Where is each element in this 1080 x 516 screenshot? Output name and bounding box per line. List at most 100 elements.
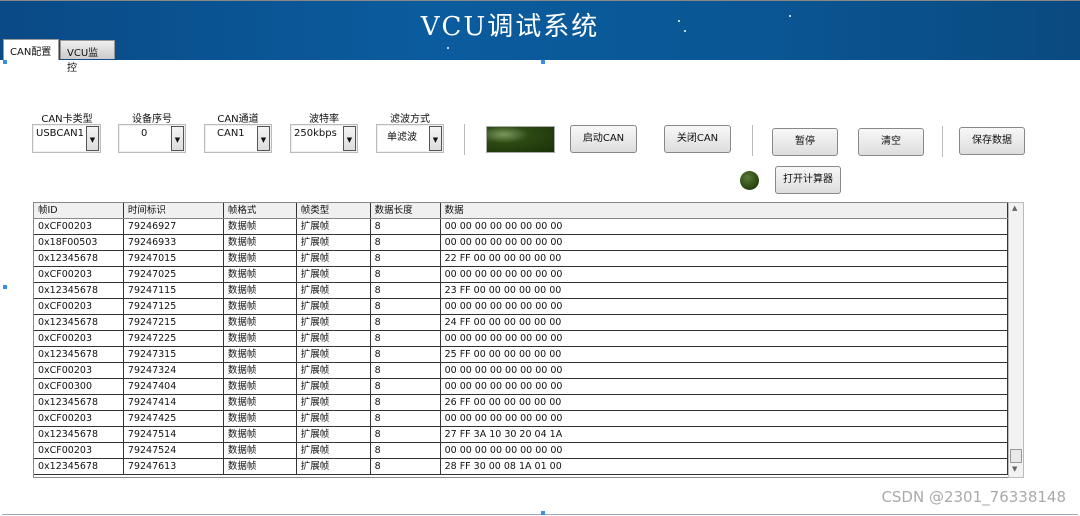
scroll-up-icon[interactable]: ▲ (1012, 204, 1017, 212)
table-row[interactable]: 0x12345678 79247215 数据帧 扩展帧 8 24 FF 00 00 00 … (34, 315, 1008, 331)
table-row[interactable]: 0xCF00203 79247225 数据帧 扩展帧 8 00 00 00 00 00 0… (34, 331, 1008, 347)
table-cell: 79247414 (124, 395, 224, 410)
table-row[interactable]: 0x12345678 79247414 数据帧 扩展帧 8 26 FF 00 00 00 … (34, 395, 1008, 411)
table-cell: 8 (371, 331, 441, 346)
table-cell: 26 FF 00 00 00 00 00 00 (441, 395, 1008, 410)
table-row[interactable]: 0xCF00203 79247125 数据帧 扩展帧 8 00 00 00 00 00 0… (34, 299, 1008, 315)
tab-can-config[interactable]: CAN配置 (3, 39, 59, 60)
table-cell: 扩展帧 (297, 427, 371, 442)
table-cell: 79247025 (124, 267, 224, 282)
table-cell: 0x12345678 (34, 251, 124, 266)
table-row[interactable]: 0x12345678 79247514 数据帧 扩展帧 8 27 FF 3A 10 30 … (34, 427, 1008, 443)
table-cell: 扩展帧 (297, 347, 371, 362)
table-cell: 数据帧 (224, 459, 297, 474)
table-cell: 0xCF00203 (34, 331, 124, 346)
close-can-button[interactable]: 关闭CAN (664, 125, 731, 153)
table-cell: 扩展帧 (297, 363, 371, 378)
table-cell: 79246927 (124, 219, 224, 234)
table-cell: 8 (371, 443, 441, 458)
table-cell: 8 (371, 427, 441, 442)
table-cell: 79247015 (124, 251, 224, 266)
table-row[interactable]: 0xCF00203 79246927 数据帧 扩展帧 8 00 00 00 00 00 0… (34, 219, 1008, 235)
table-row[interactable]: 0x12345678 79247015 数据帧 扩展帧 8 22 FF 00 00 00 … (34, 251, 1008, 267)
table-cell: 扩展帧 (297, 235, 371, 250)
star-decoration (678, 20, 680, 22)
clear-button[interactable]: 清空 (858, 128, 924, 156)
table-row[interactable]: 0xCF00203 79247324 数据帧 扩展帧 8 00 00 00 00 00 0… (34, 363, 1008, 379)
chevron-down-icon[interactable]: ▼ (86, 126, 99, 151)
table-cell: 0xCF00203 (34, 267, 124, 282)
pause-button[interactable]: 暂停 (772, 128, 838, 156)
baud-rate-select[interactable]: 250kbps ▼ (290, 124, 358, 153)
column-header[interactable]: 帧ID (34, 203, 124, 218)
table-cell: 22 FF 00 00 00 00 00 00 (441, 251, 1008, 266)
table-row[interactable]: 0x12345678 79247115 数据帧 扩展帧 8 23 FF 00 00 00 … (34, 283, 1008, 299)
column-header[interactable]: 帧格式 (224, 203, 297, 218)
table-cell: 79247524 (124, 443, 224, 458)
filter-mode-select[interactable]: 单滤波 ▼ (376, 124, 444, 153)
table-row[interactable]: 0xCF00300 79247404 数据帧 扩展帧 8 00 00 00 00 00 0… (34, 379, 1008, 395)
table-cell: 79247115 (124, 283, 224, 298)
chevron-down-icon[interactable]: ▼ (343, 126, 356, 151)
chevron-down-icon[interactable]: ▼ (257, 126, 270, 151)
table-cell: 扩展帧 (297, 251, 371, 266)
resize-handle[interactable] (541, 60, 545, 64)
scroll-down-icon[interactable]: ▼ (1012, 465, 1017, 473)
divider (464, 124, 465, 155)
table-cell: 8 (371, 283, 441, 298)
table-cell: 24 FF 00 00 00 00 00 00 (441, 315, 1008, 330)
table-row[interactable]: 0xCF00203 79247425 数据帧 扩展帧 8 00 00 00 00 00 0… (34, 411, 1008, 427)
table-cell: 0xCF00203 (34, 411, 124, 426)
table-cell: 0xCF00203 (34, 443, 124, 458)
table-cell: 数据帧 (224, 283, 297, 298)
can-channel-label: CAN通道 (217, 114, 259, 125)
start-can-button[interactable]: 启动CAN (570, 125, 637, 153)
table-cell: 0x12345678 (34, 315, 124, 330)
table-row[interactable]: 0xCF00203 79247524 数据帧 扩展帧 8 00 00 00 00 00 0… (34, 443, 1008, 459)
table-cell: 扩展帧 (297, 331, 371, 346)
column-header[interactable]: 时间标识 (124, 203, 224, 218)
can-card-type-value: USBCAN1 (36, 128, 85, 139)
table-cell: 00 00 00 00 00 00 00 00 (441, 235, 1008, 250)
table-cell: 79247215 (124, 315, 224, 330)
table-row[interactable]: 0x12345678 79247613 数据帧 扩展帧 8 28 FF 30 00 08 … (34, 459, 1008, 475)
chevron-down-icon[interactable]: ▼ (171, 126, 184, 151)
table-scrollbar[interactable]: ▲ ▼ (1008, 202, 1024, 478)
table-cell: 扩展帧 (297, 299, 371, 314)
table-cell: 8 (371, 251, 441, 266)
table-row[interactable]: 0x18F00503 79246933 数据帧 扩展帧 8 00 00 00 00 00 … (34, 235, 1008, 251)
table-cell: 00 00 00 00 00 00 00 00 (441, 379, 1008, 394)
chevron-down-icon[interactable]: ▼ (429, 126, 442, 151)
column-header[interactable]: 数据长度 (371, 203, 441, 218)
resize-handle[interactable] (541, 511, 545, 515)
tab-vcu-monitor[interactable]: VCU监控 (60, 40, 115, 74)
table-cell: 数据帧 (224, 411, 297, 426)
resize-handle[interactable] (3, 285, 7, 289)
resize-handle[interactable] (3, 60, 7, 64)
table-cell: 数据帧 (224, 235, 297, 250)
watermark: CSDN @2301_76338148 (881, 488, 1066, 506)
table-row[interactable]: 0xCF00203 79247025 数据帧 扩展帧 8 00 00 00 00 00 0… (34, 267, 1008, 283)
table-cell: 25 FF 00 00 00 00 00 00 (441, 347, 1008, 362)
open-calculator-button[interactable]: 打开计算器 (775, 166, 841, 194)
table-cell: 00 00 00 00 00 00 00 00 (441, 331, 1008, 346)
table-row[interactable]: 0x12345678 79247315 数据帧 扩展帧 8 25 FF 00 00 00 … (34, 347, 1008, 363)
table-cell: 0xCF00203 (34, 299, 124, 314)
can-card-type-select[interactable]: USBCAN1 ▼ (32, 124, 101, 153)
table-cell: 00 00 00 00 00 00 00 00 (441, 219, 1008, 234)
table-header: 帧ID 时间标识 帧格式 帧类型 数据长度 数据 (34, 203, 1008, 219)
table-cell: 8 (371, 411, 441, 426)
filter-mode-label: 滤波方式 (390, 114, 430, 125)
device-index-select[interactable]: 0 ▼ (118, 124, 186, 153)
table-cell: 数据帧 (224, 251, 297, 266)
scroll-thumb[interactable] (1010, 449, 1022, 463)
table-cell: 0x12345678 (34, 347, 124, 362)
table-cell: 8 (371, 347, 441, 362)
can-channel-select[interactable]: CAN1 ▼ (204, 124, 272, 153)
table-cell: 扩展帧 (297, 219, 371, 234)
column-header[interactable]: 帧类型 (297, 203, 371, 218)
save-data-button[interactable]: 保存数据 (959, 127, 1025, 155)
table-cell: 数据帧 (224, 363, 297, 378)
column-header[interactable]: 数据 (441, 203, 1008, 218)
table-cell: 27 FF 3A 10 30 20 04 1A (441, 427, 1008, 442)
